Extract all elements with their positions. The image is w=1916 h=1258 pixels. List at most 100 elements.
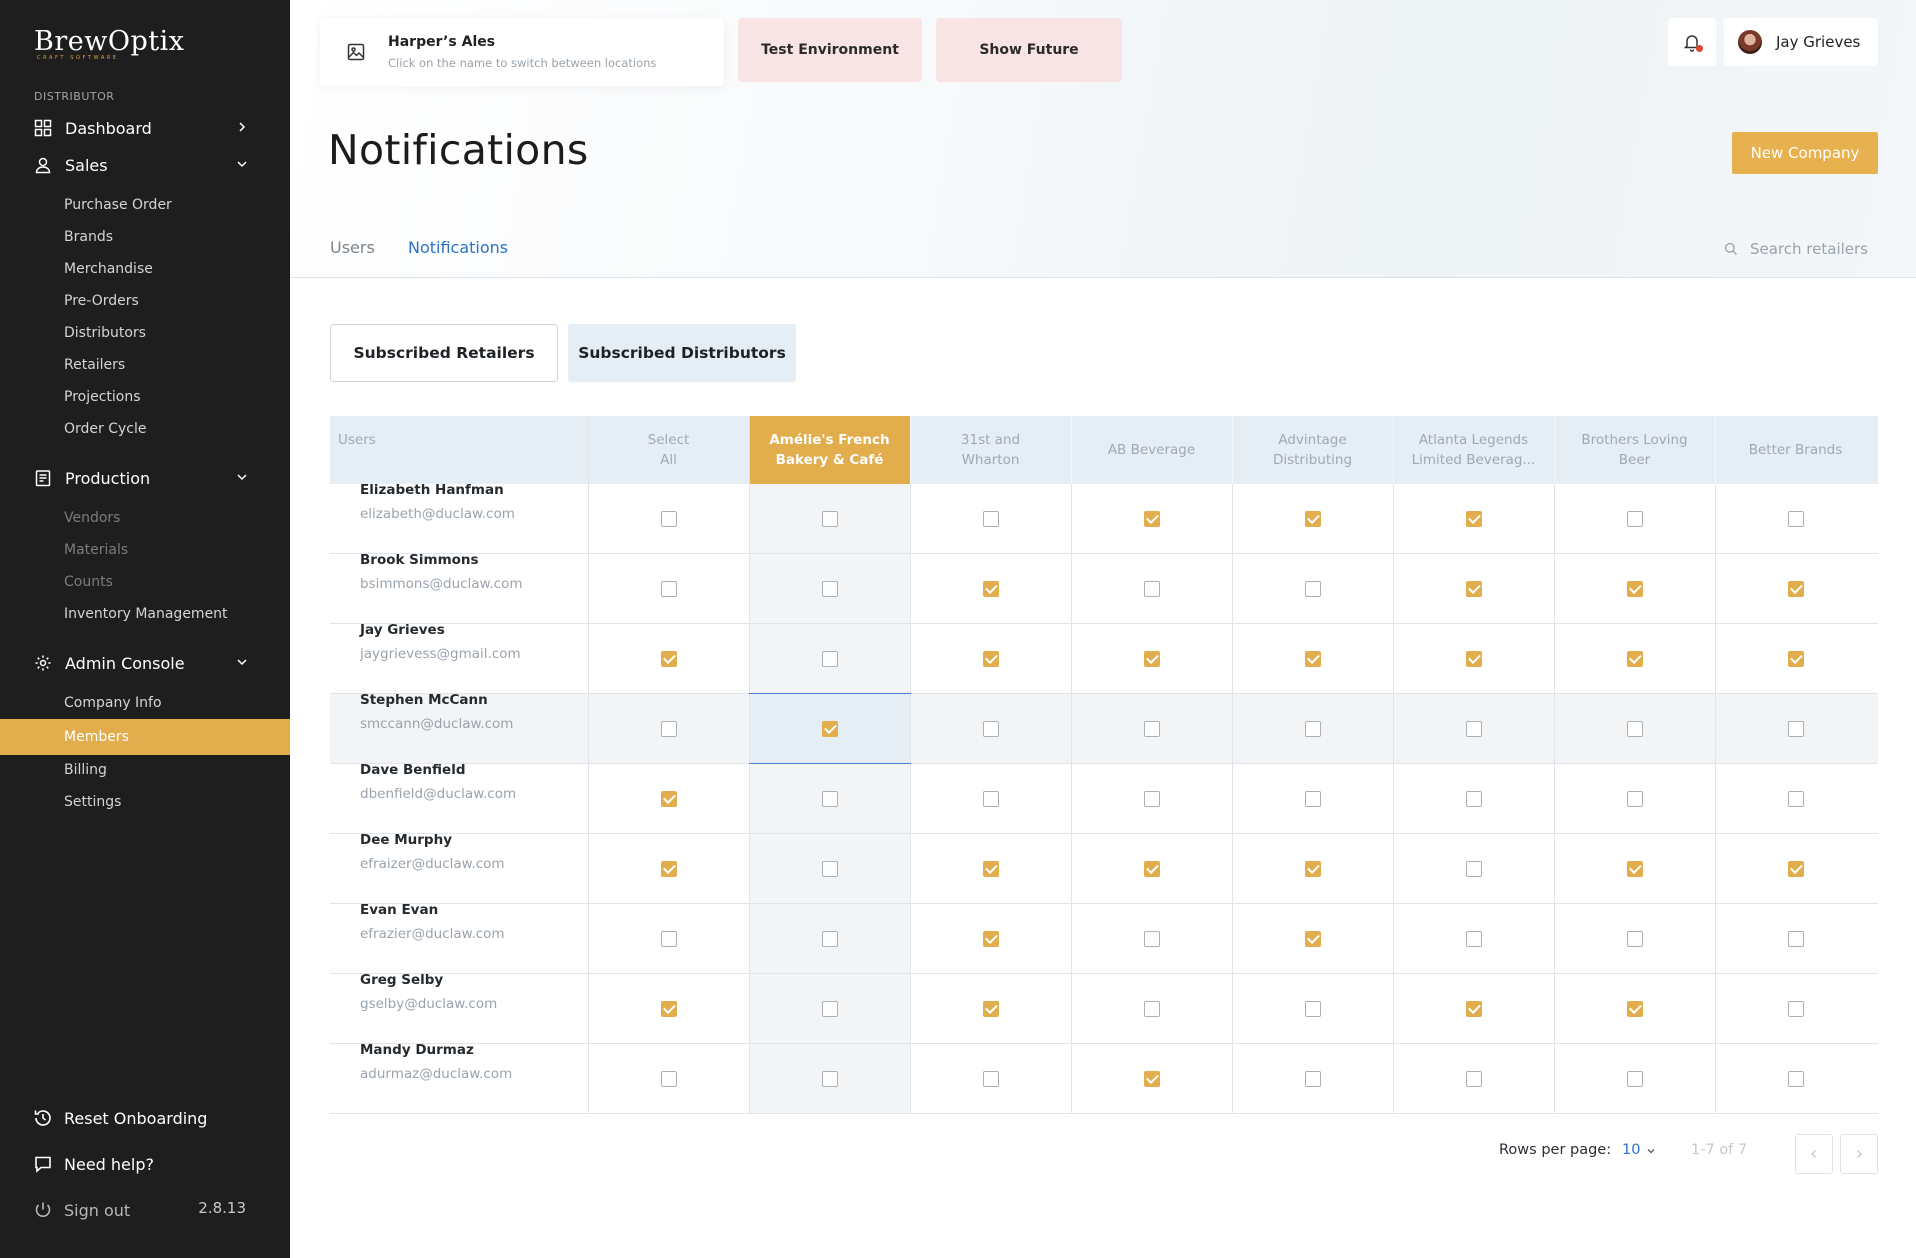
sidebar-item-brands[interactable]: Brands — [0, 222, 290, 252]
checkbox-unchecked[interactable] — [1465, 930, 1482, 947]
checkbox-checked[interactable] — [982, 860, 999, 877]
user-menu[interactable]: Jay Grieves — [1724, 18, 1878, 66]
checkbox-checked[interactable] — [1787, 580, 1804, 597]
checkbox-unchecked[interactable] — [1304, 1000, 1321, 1017]
checkbox-unchecked[interactable] — [1465, 720, 1482, 737]
checkbox-checked[interactable] — [1143, 510, 1160, 527]
reset-onboarding-button[interactable]: Reset Onboarding — [32, 1104, 262, 1132]
checkbox-unchecked[interactable] — [821, 650, 838, 667]
checkbox-unchecked[interactable] — [1143, 1000, 1160, 1017]
checkbox-unchecked[interactable] — [660, 510, 677, 527]
checkbox-unchecked[interactable] — [660, 720, 677, 737]
checkbox-checked[interactable] — [1143, 1070, 1160, 1087]
checkbox-unchecked[interactable] — [821, 1070, 838, 1087]
sidebar-item-purchase-order[interactable]: Purchase Order — [0, 190, 290, 220]
checkbox-checked[interactable] — [1626, 650, 1643, 667]
checkbox-unchecked[interactable] — [1304, 790, 1321, 807]
column-header-retailer[interactable]: 31st and Wharton — [910, 416, 1071, 484]
sidebar-item-members[interactable]: Members — [0, 719, 290, 755]
column-header-retailer[interactable]: Atlanta Legends Limited Beverag... — [1393, 416, 1554, 484]
column-header-retailer[interactable]: AB Beverage — [1071, 416, 1232, 484]
checkbox-checked[interactable] — [1626, 860, 1643, 877]
checkbox-unchecked[interactable] — [660, 930, 677, 947]
checkbox-unchecked[interactable] — [1626, 930, 1643, 947]
brand-logo[interactable]: BrewOptix CRAFT SOFTWARE — [34, 26, 184, 61]
checkbox-unchecked[interactable] — [1465, 1070, 1482, 1087]
checkbox-checked[interactable] — [1626, 580, 1643, 597]
checkbox-checked[interactable] — [982, 650, 999, 667]
checkbox-checked[interactable] — [1304, 860, 1321, 877]
need-help-button[interactable]: Need help? — [32, 1150, 262, 1178]
test-environment-button[interactable]: Test Environment — [738, 18, 922, 82]
sidebar-item-sales[interactable]: Sales — [0, 148, 290, 182]
notifications-button[interactable] — [1668, 18, 1716, 66]
sidebar-item-company-info[interactable]: Company Info — [0, 688, 290, 718]
checkbox-checked[interactable] — [982, 930, 999, 947]
rows-per-page-select[interactable]: 10 — [1622, 1142, 1640, 1158]
checkbox-unchecked[interactable] — [1304, 720, 1321, 737]
checkbox-unchecked[interactable] — [1787, 930, 1804, 947]
tab-notifications[interactable]: Notifications — [408, 238, 508, 257]
checkbox-unchecked[interactable] — [1626, 1070, 1643, 1087]
sidebar-item-order-cycle[interactable]: Order Cycle — [0, 414, 290, 444]
checkbox-unchecked[interactable] — [982, 1070, 999, 1087]
sidebar-item-admin-console[interactable]: Admin Console — [0, 646, 290, 680]
sidebar-item-settings[interactable]: Settings — [0, 787, 290, 817]
checkbox-checked[interactable] — [1465, 650, 1482, 667]
checkbox-unchecked[interactable] — [821, 860, 838, 877]
checkbox-checked[interactable] — [982, 1000, 999, 1017]
checkbox-unchecked[interactable] — [1143, 790, 1160, 807]
checkbox-unchecked[interactable] — [821, 580, 838, 597]
checkbox-unchecked[interactable] — [821, 510, 838, 527]
checkbox-checked[interactable] — [1143, 650, 1160, 667]
show-future-button[interactable]: Show Future — [936, 18, 1122, 82]
checkbox-checked[interactable] — [1465, 580, 1482, 597]
location-name[interactable]: Harper’s Ales — [388, 34, 495, 50]
checkbox-unchecked[interactable] — [660, 580, 677, 597]
sidebar-item-pre-orders[interactable]: Pre-Orders — [0, 286, 290, 316]
tab-users[interactable]: Users — [330, 238, 375, 257]
checkbox-checked[interactable] — [1626, 1000, 1643, 1017]
checkbox-unchecked[interactable] — [1304, 1070, 1321, 1087]
location-switcher[interactable]: Harper’s Ales Click on the name to switc… — [320, 18, 724, 86]
sidebar-item-billing[interactable]: Billing — [0, 755, 290, 785]
sidebar-item-production[interactable]: Production — [0, 461, 290, 495]
subscribed-retailers-button[interactable]: Subscribed Retailers — [330, 324, 558, 382]
sidebar-item-distributors[interactable]: Distributors — [0, 318, 290, 348]
checkbox-unchecked[interactable] — [1626, 790, 1643, 807]
checkbox-unchecked[interactable] — [1465, 790, 1482, 807]
checkbox-checked[interactable] — [1787, 650, 1804, 667]
next-page-button[interactable] — [1840, 1134, 1878, 1174]
checkbox-unchecked[interactable] — [1626, 720, 1643, 737]
checkbox-unchecked[interactable] — [821, 930, 838, 947]
column-header-select-all[interactable]: Select All — [588, 416, 749, 484]
checkbox-checked[interactable] — [821, 720, 838, 737]
checkbox-checked[interactable] — [1787, 860, 1804, 877]
checkbox-checked[interactable] — [1143, 860, 1160, 877]
checkbox-checked[interactable] — [660, 790, 677, 807]
checkbox-checked[interactable] — [660, 650, 677, 667]
checkbox-unchecked[interactable] — [821, 1000, 838, 1017]
sidebar-item-dashboard[interactable]: Dashboard — [0, 111, 290, 145]
previous-page-button[interactable] — [1795, 1134, 1833, 1174]
checkbox-checked[interactable] — [660, 860, 677, 877]
sidebar-item-vendors[interactable]: Vendors — [0, 503, 290, 533]
column-header-retailer[interactable]: Better Brands — [1715, 416, 1876, 484]
checkbox-checked[interactable] — [660, 1000, 677, 1017]
checkbox-checked[interactable] — [1465, 510, 1482, 527]
new-company-button[interactable]: New Company — [1732, 132, 1878, 174]
column-header-retailer[interactable]: Advintage Distributing — [1232, 416, 1393, 484]
search-input[interactable] — [1750, 240, 1880, 258]
sidebar-item-merchandise[interactable]: Merchandise — [0, 254, 290, 284]
checkbox-unchecked[interactable] — [1787, 1070, 1804, 1087]
sidebar-item-materials[interactable]: Materials — [0, 535, 290, 565]
checkbox-checked[interactable] — [1304, 930, 1321, 947]
sidebar-item-projections[interactable]: Projections — [0, 382, 290, 412]
column-header-retailer[interactable]: Brothers Loving Beer — [1554, 416, 1715, 484]
checkbox-unchecked[interactable] — [1787, 510, 1804, 527]
checkbox-checked[interactable] — [982, 580, 999, 597]
checkbox-checked[interactable] — [1304, 510, 1321, 527]
checkbox-unchecked[interactable] — [1626, 510, 1643, 527]
checkbox-unchecked[interactable] — [1787, 790, 1804, 807]
sidebar-item-inventory-management[interactable]: Inventory Management — [0, 599, 290, 629]
